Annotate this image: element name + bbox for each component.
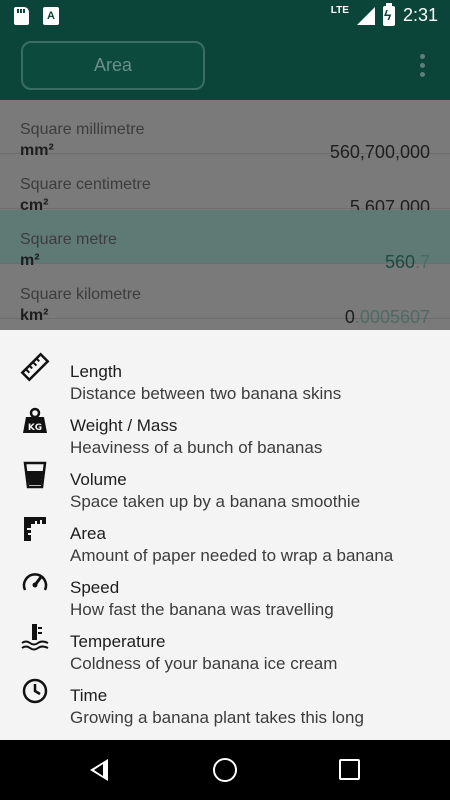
status-bar: A LTE 2:31 — [0, 0, 450, 32]
unit-name: Square kilometre — [20, 286, 141, 303]
font-a-icon: A — [43, 7, 59, 25]
category-sheet: Length Distance between two banana skins… — [0, 330, 450, 740]
unit-list: Square millimetre mm² 560,700,000 Square… — [0, 100, 450, 330]
category-title: Temperature — [70, 632, 166, 651]
category-item-length[interactable]: Length Distance between two banana skins — [0, 340, 450, 403]
category-item-temperature[interactable]: Temperature Coldness of your banana ice … — [0, 610, 450, 673]
system-nav-bar — [0, 740, 450, 800]
category-item-time[interactable]: Time Growing a banana plant takes this l… — [0, 664, 450, 727]
sd-card-icon — [14, 7, 29, 25]
clock-icon — [22, 678, 48, 704]
overflow-menu-icon[interactable] — [420, 54, 426, 78]
back-icon[interactable] — [90, 759, 108, 781]
cup-icon — [23, 461, 47, 489]
recents-icon[interactable] — [339, 759, 360, 780]
unit-name: Square millimetre — [20, 121, 145, 138]
signal-icon — [356, 6, 375, 25]
category-title: Speed — [70, 578, 120, 597]
category-title: Weight / Mass — [70, 416, 178, 435]
unit-row-square-kilometre[interactable]: Square kilometre km² 0.0005607 — [0, 265, 450, 327]
category-title: Time — [70, 686, 108, 705]
unit-value-fraction: .0005607 — [354, 307, 430, 327]
unit-row-square-millimetre[interactable]: Square millimetre mm² 560,700,000 — [0, 100, 450, 162]
network-type: LTE — [330, 5, 349, 16]
unit-value-main: 0 — [344, 307, 355, 327]
home-icon[interactable] — [213, 758, 237, 782]
ruler-icon — [20, 352, 50, 382]
unit-name: Square metre — [20, 231, 117, 248]
speedometer-icon — [22, 573, 48, 591]
kg-weight-icon: KG — [23, 407, 47, 433]
svg-text:KG: KG — [28, 423, 42, 433]
area-ruler-icon — [24, 517, 46, 541]
category-button[interactable]: Area — [21, 41, 205, 90]
category-item-speed[interactable]: Speed How fast the banana was travelling — [0, 556, 450, 619]
unit-row-square-metre[interactable]: Square metre m² 560.7 — [0, 210, 450, 272]
clock-time: 2:31 — [402, 5, 438, 25]
unit-symbol: km² — [20, 307, 49, 324]
category-title: Area — [70, 524, 106, 543]
category-item-weight[interactable]: KG Weight / Mass Heaviness of a bunch of… — [0, 394, 450, 457]
category-item-volume[interactable]: Volume Space taken up by a banana smooth… — [0, 448, 450, 511]
category-desc: Growing a banana plant takes this long — [70, 708, 364, 727]
category-title: Volume — [70, 470, 127, 489]
unit-name: Square centimetre — [20, 176, 151, 193]
unit-value: 0.0005607 — [345, 307, 430, 328]
app-toolbar: Area — [0, 32, 450, 100]
thermometer-icon — [21, 624, 49, 651]
category-item-area[interactable]: Area Amount of paper needed to wrap a ba… — [0, 502, 450, 565]
category-title: Length — [70, 362, 122, 381]
unit-row-square-centimetre[interactable]: Square centimetre cm² 5,607,000 — [0, 155, 450, 217]
battery-icon — [382, 2, 395, 26]
